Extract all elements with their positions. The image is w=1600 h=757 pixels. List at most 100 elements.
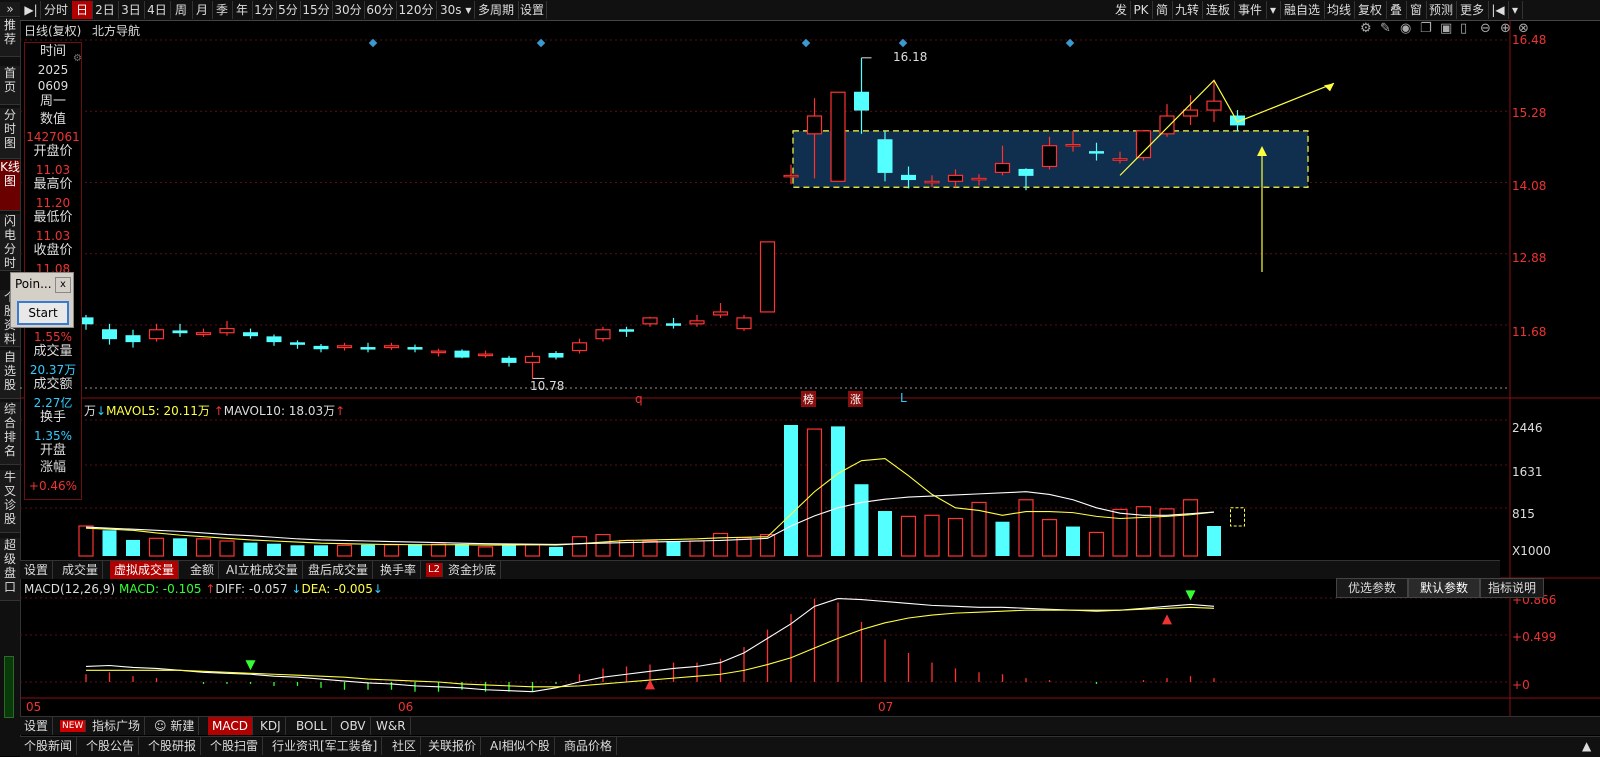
volume-bar [712,532,729,557]
tab-macd[interactable]: MACD [208,717,253,735]
price-tick: 11.68 [1512,325,1547,339]
default-params-button[interactable]: 默认参数 [1408,578,1480,598]
tab-ai-similar[interactable]: AI相似个股 [486,737,555,755]
l2-badge[interactable]: L2 [426,563,443,577]
volume-bar [1112,508,1128,557]
down-arrow-icon: ↓ [291,582,302,596]
bottom-indicator-tabs: 设置 NEW 指标广场 ☺ 新建 MACD KDJ BOLL OBV W&R [20,716,1600,735]
volume-bar [78,525,94,557]
candle-body [595,329,611,340]
candle-body [360,347,376,350]
volume-bar [1066,526,1080,556]
candle-body [125,335,141,343]
candle-body [712,311,729,316]
volume-bar [1088,531,1105,557]
signal-arrow-icon [1162,614,1172,625]
candle-body [1135,130,1152,159]
tab-commodity-prices[interactable]: 商品价格 [560,737,618,755]
high-price-label: 16.18 [893,50,928,64]
tab-virtual-volume[interactable]: 虚拟成交量 [110,561,180,579]
candle-body [290,342,305,345]
tab-stock-risk-scan[interactable]: 个股扫雷 [206,737,264,755]
event-diamond [536,38,546,48]
candle-body [1112,158,1128,161]
optimize-params-button[interactable]: 优选参数 [1336,578,1408,598]
volume-bar [219,540,235,557]
tab-capital-bottom[interactable]: 资金抄底 [444,561,502,579]
popup-close-button[interactable]: x [55,277,71,293]
date-tick: 06 [398,700,414,714]
tab-stock-announcements[interactable]: 个股公告 [82,737,140,755]
open-gain-value: +0.46% [28,479,78,493]
tab-after-hours-volume[interactable]: 盘后成交量 [304,561,374,579]
volume-bar [477,546,494,557]
signal-arrow-icon [1185,590,1196,601]
quote-info-panel: 时间 2025 0609 周一 数值 1427061 开盘价 11.03 最高价… [24,42,82,500]
candle-body [407,347,423,350]
candle-body [924,180,940,184]
low-price-label: 10.78 [530,379,565,393]
macd-legend: MACD(12,26,9) MACD: -0.105 ↑DIFF: -0.057… [24,582,383,596]
volume-bar [314,545,328,556]
date-tick: 07 [878,700,894,714]
candle-body [1182,109,1199,117]
volume-bar [502,545,516,556]
tab-volume[interactable]: 成交量 [58,561,104,579]
tab-turnover-rate[interactable]: 换手率 [376,561,422,579]
tab-stock-news[interactable]: 个股新闻 [20,737,78,755]
tab-related-quotes[interactable]: 关联报价 [424,737,482,755]
tab-wr[interactable]: W&R [372,717,411,735]
new-badge: NEW [60,720,87,732]
popup-title: Poin... [15,277,52,291]
candle-body [1206,100,1222,111]
tab-stock-research[interactable]: 个股研报 [144,737,202,755]
tab-ai-volume[interactable]: AI立桩成交量 [222,561,303,579]
volume-tick: 2446 [1512,421,1543,435]
expand-up-icon[interactable]: ▲ [1582,739,1591,753]
candle-body [172,330,188,334]
volume-bar [831,426,845,556]
candle-body [877,139,893,173]
volume-bar [947,517,964,557]
event-mark-up[interactable]: 涨 [848,391,863,407]
date-value: 0609 [37,79,69,93]
event-mark-rank[interactable]: 榜 [801,391,816,407]
tab-community[interactable]: 社区 [388,737,422,755]
tab-boll[interactable]: BOLL [292,717,332,735]
high-label: 最高价 [33,177,73,192]
volume-bar [524,544,541,557]
candle-body [689,320,705,325]
robot-icon: ☺ [154,719,171,733]
volume-bar [736,537,752,557]
volume-bar [102,530,117,556]
tab-amount[interactable]: 金额 [186,561,220,579]
volume-bar [126,539,140,556]
tab-bottom-settings[interactable]: 设置 [20,717,54,735]
candle-body [830,91,846,182]
value-value: 1427061 [26,130,80,144]
volume-bar [878,511,892,556]
volume-bar [290,545,305,556]
volume-bar [642,540,658,557]
tab-kdj[interactable]: KDJ [256,717,286,735]
volume-bar [173,538,187,556]
signal-arrow-icon [245,660,256,671]
amount-label: 成交额 [33,377,73,392]
volume-bar [924,514,940,557]
tab-new[interactable]: ☺ 新建 [150,717,200,735]
event-mark-q[interactable]: q [635,392,643,406]
volume-bar [383,544,400,557]
start-button[interactable]: Start [17,301,69,325]
volume-projection [1230,507,1245,527]
candle-body [642,317,658,325]
tab-industry-news[interactable]: 行业资讯[军工装备] [268,737,383,755]
tab-indicator-square[interactable]: 指标广场 [88,717,146,735]
price-tick: 14.08 [1512,179,1547,193]
tab-obv[interactable]: OBV [336,717,371,735]
tab-indicator-settings[interactable]: 设置 [20,561,54,579]
event-mark-l[interactable]: L [900,391,907,405]
indicator-help-button[interactable]: 指标说明 [1480,578,1544,598]
volume-bar [1135,506,1152,557]
candle-body [736,317,752,330]
panel-settings-icon[interactable]: ⚙ [73,53,82,64]
